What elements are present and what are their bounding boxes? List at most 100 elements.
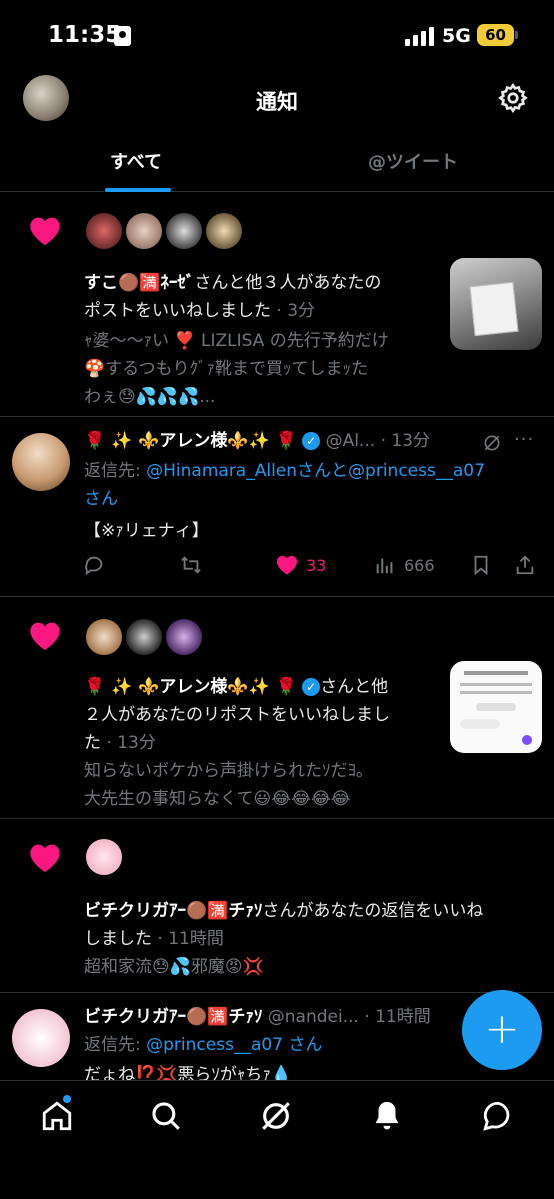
messages-icon[interactable] (481, 1099, 515, 1133)
avatar[interactable] (124, 617, 164, 657)
heart-icon (30, 217, 60, 245)
page-title: 通知 (256, 90, 298, 114)
user-handle[interactable]: @Al... (326, 431, 376, 451)
avatar[interactable] (12, 433, 70, 491)
battery-nub (515, 31, 518, 39)
reply-button[interactable] (84, 554, 106, 576)
preview-line: 知らないボケから声掛けられたｿだﾖ｡ (84, 761, 365, 781)
thumbnail-bubble (460, 719, 500, 729)
avatar[interactable] (204, 211, 244, 251)
reply-tweet[interactable]: 🌹 ✨ ⚜️アレン様⚜️✨ 🌹 ✓ @Al... · 13分 ··· 返信先: … (0, 417, 554, 597)
views-button[interactable]: 666 (374, 554, 435, 576)
search-icon[interactable] (149, 1099, 183, 1133)
active-tab-indicator (105, 188, 171, 192)
retweet-icon (181, 556, 201, 574)
like-button[interactable]: 33 (276, 554, 326, 576)
avatar[interactable] (12, 1009, 70, 1067)
tab-all[interactable]: すべて (110, 148, 162, 174)
notification-text: 🌹 ✨ ⚜️アレン様⚜️✨ 🌹 ✓ さんと他 ２人があなたのリポストをいいねしまし… (84, 673, 439, 757)
reply-mention[interactable]: @princess__a07 (348, 461, 485, 481)
share-button[interactable] (514, 554, 536, 576)
user-name[interactable]: 🌹 ✨ ⚜️アレン様⚜️✨ 🌹 (84, 677, 297, 697)
retweet-button[interactable] (180, 554, 202, 576)
home-icon[interactable] (40, 1099, 74, 1133)
timestamp: · 3分 (276, 301, 316, 321)
network-label: 5G (442, 25, 471, 47)
user-handle[interactable]: @nandei... (268, 1007, 359, 1027)
bottom-nav (0, 1080, 554, 1199)
home-notification-dot (63, 1095, 71, 1103)
post-preview: 超和家流😓💦邪魔😡💢 (84, 957, 264, 977)
user-name[interactable]: ビチクリガｱｰ🟤🈵チｧｿ (84, 1007, 262, 1027)
reply-icon (85, 556, 103, 576)
notification-message: さんと他３人があなたの (194, 273, 382, 293)
post-thumbnail[interactable] (450, 661, 542, 753)
notification-message: さんと他 (320, 677, 389, 697)
reply-mention[interactable]: @princess__a07 (146, 1035, 283, 1055)
header: 通知 (0, 70, 554, 130)
reply-prefix: 返信先: (84, 461, 147, 481)
reply-suffix: さん (84, 489, 118, 509)
avatar[interactable] (84, 617, 124, 657)
reply-mention[interactable]: @Hinamara_Allen (146, 461, 297, 481)
liker-avatars[interactable] (84, 617, 214, 661)
notification-item[interactable]: すこ🟤🈵ﾈｰｾﾞさんと他３人があなたの ポストをいいねしました · 3分 ｬ婆〜… (0, 193, 554, 417)
user-name[interactable]: ビチクリガｱｰ🟤🈵チｧｿ (84, 901, 262, 921)
more-options-icon[interactable]: ··· (514, 429, 534, 450)
reply-context: 返信先: @Hinamara_Allenさんと@princess__a07 さん (84, 457, 534, 513)
thumbnail-send-dot (522, 735, 532, 745)
avatar[interactable] (164, 211, 204, 251)
id-card-icon (114, 26, 131, 46)
status-bar: 11:35 5G 60 (0, 0, 554, 70)
views-icon (376, 558, 393, 574)
verified-badge-icon: ✓ (302, 432, 321, 450)
bell-icon[interactable] (370, 1099, 404, 1133)
heart-icon (30, 622, 60, 650)
share-icon (516, 555, 534, 575)
thumbnail-line (464, 671, 528, 675)
gear-icon[interactable] (497, 82, 529, 114)
notification-text: ビチクリガｱｰ🟤🈵チｧｿさんがあなたの返信をいいね しました · 11時間 (84, 897, 524, 953)
avatar[interactable] (84, 837, 124, 877)
notification-message: さんがあなたの返信をいいね (262, 901, 484, 921)
thumbnail-button (476, 703, 516, 711)
user-name[interactable]: すこ🟤🈵ﾈｰｾﾞ (84, 273, 194, 293)
reply-suffix: さん (288, 1035, 323, 1055)
reply-prefix: 返信先: (84, 1035, 147, 1055)
heart-icon (30, 844, 60, 872)
compose-button[interactable]: + (462, 990, 542, 1070)
timestamp: · 13分 (380, 431, 431, 451)
tweet-header: 🌹 ✨ ⚜️アレン様⚜️✨ 🌹 ✓ @Al... · 13分 (84, 427, 474, 455)
bookmark-icon (474, 555, 488, 576)
preview-line: 大先生の事知らなくて😃😂😂😂😂 (84, 789, 351, 809)
avatar[interactable] (164, 617, 204, 657)
tweet-body: だょね⁉️💢悪らｿがｬちｧ💧 (84, 1065, 293, 1080)
preview-line: 🍄するつもりｸﾞｧ靴まで買ｯてしまｯた (84, 359, 368, 379)
battery-indicator: 60 (477, 24, 514, 46)
shopping-bag-image (469, 281, 519, 337)
bookmark-button[interactable] (470, 554, 492, 576)
preview-line: わぇ😓💦💦💦... (84, 387, 216, 407)
tweet-actions: 33 666 (84, 554, 544, 582)
signal-icon (405, 26, 435, 46)
tab-mentions[interactable]: @ツイート (368, 148, 458, 174)
status-time: 11:35 (48, 22, 122, 48)
heart-icon (276, 555, 298, 575)
post-preview: ｬ婆〜〜ｧい ❣️ LIZLISA の先行予約だけ 🍄するつもりｸﾞｧ靴まで買ｯ… (84, 327, 434, 411)
grok-icon[interactable] (482, 433, 502, 453)
thumbnail-line (460, 683, 532, 686)
verified-badge-icon: ✓ (302, 678, 321, 696)
notification-item[interactable]: 🌹 ✨ ⚜️アレン様⚜️✨ 🌹 ✓ さんと他 ２人があなたのリポストをいいねしまし… (0, 597, 554, 819)
user-name[interactable]: 🌹 ✨ ⚜️アレン様⚜️✨ 🌹 (84, 431, 297, 451)
notification-message: しました (84, 929, 152, 949)
grok-icon[interactable] (259, 1099, 293, 1133)
avatar[interactable] (124, 211, 164, 251)
liker-avatars[interactable] (84, 211, 254, 255)
post-thumbnail[interactable] (450, 258, 542, 350)
like-count: 33 (306, 555, 327, 575)
notification-item[interactable]: ビチクリガｱｰ🟤🈵チｧｿさんがあなたの返信をいいね しました · 11時間 超和… (0, 819, 554, 993)
avatar[interactable] (84, 211, 124, 251)
notification-text: すこ🟤🈵ﾈｰｾﾞさんと他３人があなたの ポストをいいねしました · 3分 (84, 269, 434, 325)
reply-context: 返信先: @princess__a07 さん (84, 1031, 322, 1059)
notification-message: ２人があなたのリポストをいいねしまし (84, 705, 390, 725)
